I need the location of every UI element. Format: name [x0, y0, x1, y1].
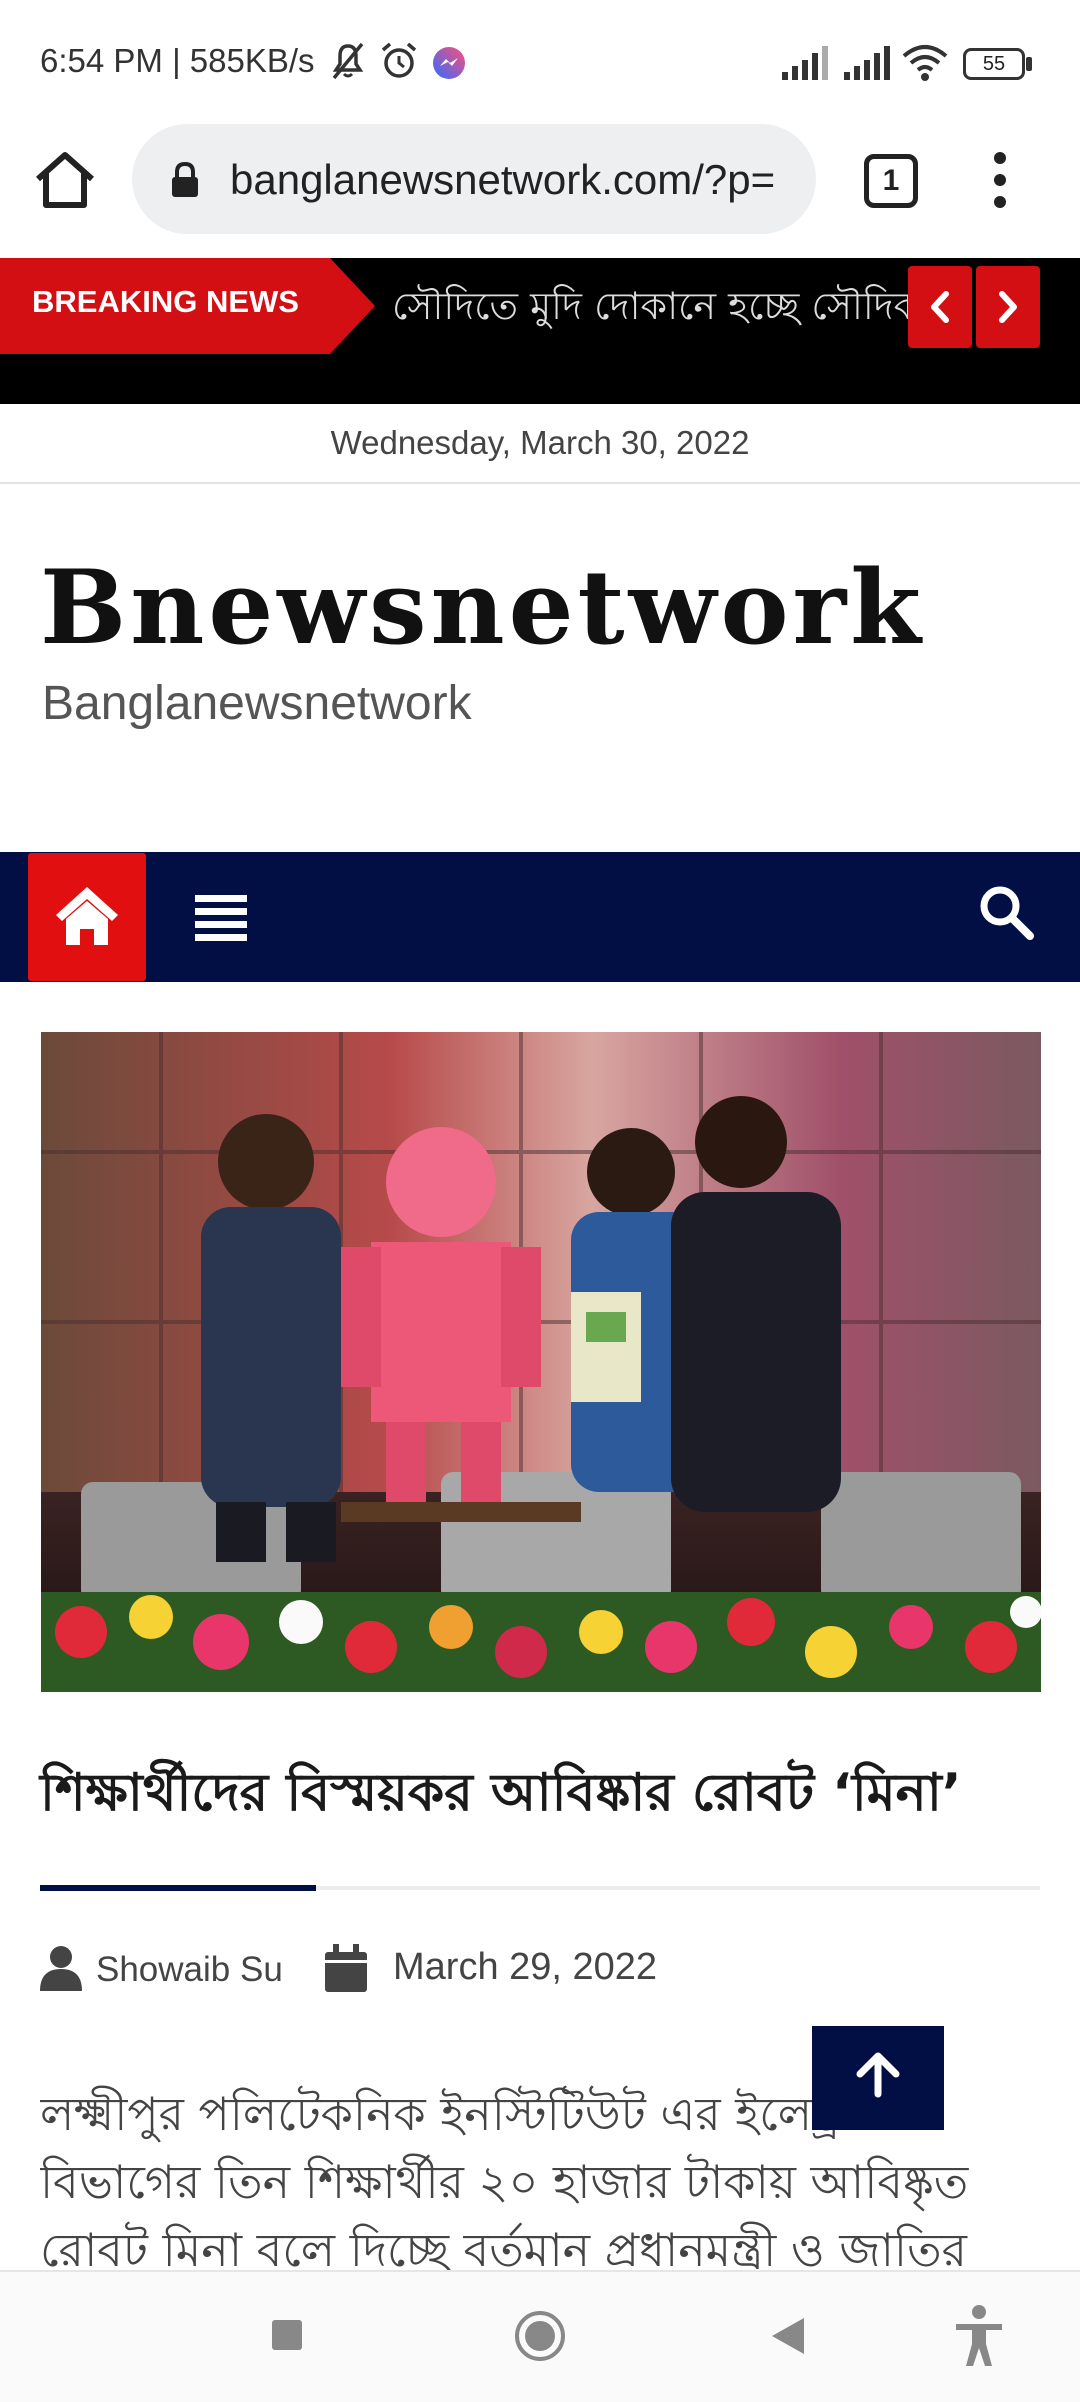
user-icon	[40, 1946, 82, 1991]
article-headline: শিক্ষার্থীদের বিস্ময়কর আবিষ্কার রোবট ‘ম…	[40, 1763, 962, 1823]
nav-home-button[interactable]	[28, 853, 146, 981]
site-tagline: Banglanewsnetwork	[42, 677, 472, 730]
headline-accent-bar	[40, 1885, 316, 1891]
tab-switcher-button[interactable]: 1	[864, 154, 918, 208]
back-to-top-button[interactable]	[812, 2026, 944, 2130]
hero-photo	[41, 1032, 1041, 1692]
messenger-icon	[433, 47, 465, 79]
hamburger-menu-icon[interactable]	[195, 893, 247, 941]
home-circle-icon[interactable]	[514, 2310, 566, 2362]
lock-icon	[172, 162, 198, 197]
breaking-news-label: BREAKING NEWS	[32, 284, 299, 319]
calendar-icon	[325, 1944, 367, 1992]
bell-muted-icon	[332, 42, 364, 80]
back-triangle-icon[interactable]	[770, 2316, 806, 2356]
url-text[interactable]: banglanewsnetwork.com/?p=	[230, 152, 798, 208]
site-title[interactable]: Bnewsnetwork	[40, 548, 925, 668]
battery-icon: 55	[963, 48, 1025, 80]
accessibility-icon[interactable]	[952, 2304, 1006, 2368]
alarm-icon	[381, 42, 417, 78]
search-icon[interactable]	[978, 884, 1034, 940]
arrow-up-icon	[856, 2052, 900, 2098]
post-date[interactable]: March 29, 2022	[393, 1946, 657, 1989]
recents-icon[interactable]	[270, 2318, 304, 2352]
status-time-speed: 6:54 PM | 585KB/s	[40, 42, 315, 79]
main-navbar	[0, 852, 1080, 982]
home-icon[interactable]	[30, 145, 100, 215]
article-hero-image[interactable]	[41, 1032, 1041, 1692]
chevron-left-icon	[931, 291, 949, 323]
chevron-right-icon	[999, 291, 1017, 323]
signal-1-icon	[782, 46, 828, 80]
wifi-icon	[902, 45, 948, 81]
more-menu-icon[interactable]	[985, 150, 1015, 210]
current-date: Wednesday, March 30, 2022	[0, 404, 1080, 484]
ticker-prev-button[interactable]	[908, 266, 972, 348]
ticker-next-button[interactable]	[976, 266, 1040, 348]
author-name[interactable]: Showaib Su	[96, 1950, 283, 1990]
home-icon	[56, 887, 118, 945]
signal-2-icon	[844, 46, 890, 80]
battery-tip	[1026, 57, 1032, 71]
news-ticker[interactable]: সৌদিতে মুদি দোকানে হচ্ছে সৌদিকরণ	[392, 276, 912, 336]
